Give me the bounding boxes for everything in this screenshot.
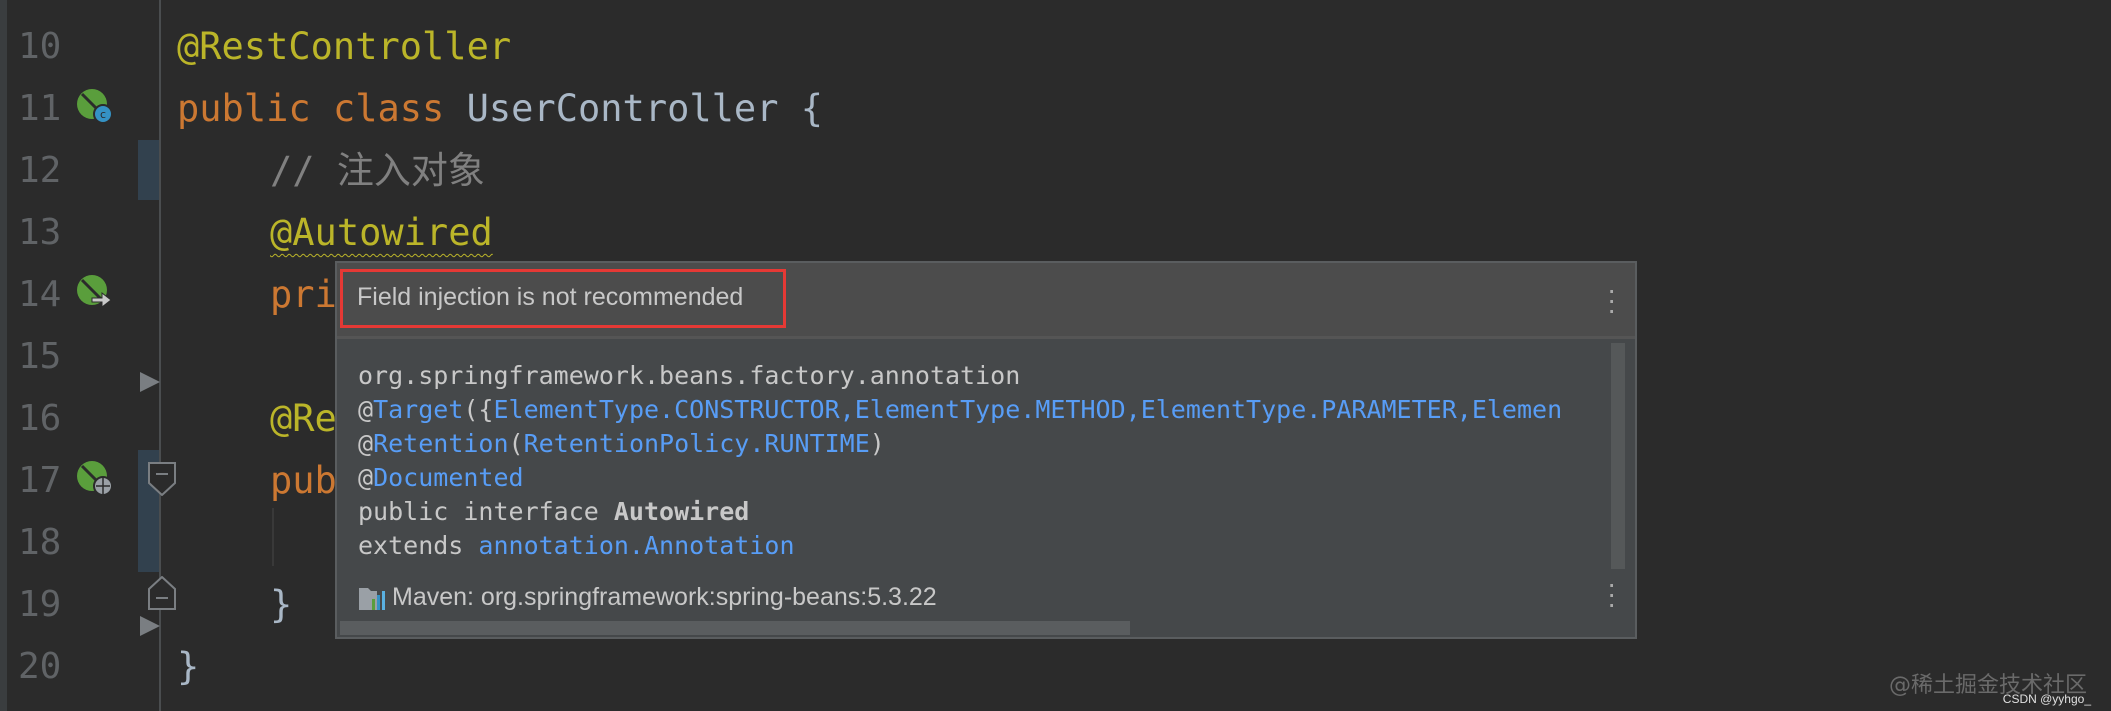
interface-name: Autowired xyxy=(613,497,750,526)
target-link[interactable]: Target xyxy=(373,395,463,424)
spring-bean-injection-icon[interactable] xyxy=(76,274,114,310)
at-sign: @ xyxy=(358,463,374,492)
documentation-body: org.springframework.beans.factory.annota… xyxy=(358,359,1562,563)
at-sign: @ xyxy=(358,395,374,424)
editor-left-edge xyxy=(0,0,7,711)
keyword: class xyxy=(332,87,445,130)
code-line: @Autowired xyxy=(270,202,493,264)
code-line: public class UserController { xyxy=(177,78,823,140)
punct: ({ xyxy=(463,395,494,424)
popup-header: Field injection is not recommended · · · xyxy=(337,263,1635,339)
more-options-icon[interactable]: · · · xyxy=(1607,276,1616,324)
line-number: 15 xyxy=(18,336,62,377)
inspection-message: Field injection is not recommended xyxy=(357,283,744,311)
code-line: @Re xyxy=(270,397,337,440)
fold-end-icon[interactable] xyxy=(148,576,176,610)
keyword: public xyxy=(177,87,311,130)
vertical-scrollbar[interactable] xyxy=(1611,343,1625,569)
indent-guide xyxy=(272,508,274,566)
at-sign: @ xyxy=(358,429,374,458)
line-number: 17 xyxy=(18,460,62,501)
line-number: 13 xyxy=(18,212,62,253)
line-number: 18 xyxy=(18,522,62,563)
library-icon xyxy=(359,587,385,610)
code-line: } xyxy=(270,583,293,626)
code-line: pri xyxy=(270,273,337,316)
class-name: UserController { xyxy=(466,87,824,130)
package-name: org.springframework.beans.factory.annota… xyxy=(358,361,1021,390)
fold-arrow-icon[interactable] xyxy=(138,370,162,394)
retention-link[interactable]: Retention xyxy=(373,429,508,458)
code-line: @RestController xyxy=(177,25,512,68)
svg-text:c: c xyxy=(100,108,106,121)
changed-line-marker xyxy=(138,140,159,200)
horizontal-scrollbar[interactable] xyxy=(340,621,1130,635)
line-number: 11 xyxy=(18,88,62,129)
documented-link[interactable]: Documented xyxy=(373,463,524,492)
line-number: 10 xyxy=(18,26,62,67)
watermark-csdn: CSDN @yyhgo_ xyxy=(2002,692,2091,706)
code-line: } xyxy=(177,645,200,688)
quick-documentation-popup: Field injection is not recommended · · · o… xyxy=(335,261,1637,639)
code-comment: // 注入对象 xyxy=(270,149,485,192)
line-number: 19 xyxy=(18,584,62,625)
fold-arrow-icon[interactable] xyxy=(138,614,162,638)
library-name: Maven: org.springframework:spring-beans:… xyxy=(392,583,937,611)
extends-keyword: extends xyxy=(358,531,479,560)
line-number: 14 xyxy=(18,274,62,315)
code-line: pub xyxy=(270,459,337,502)
punct: ) xyxy=(869,429,885,458)
line-number: 16 xyxy=(18,398,62,439)
punct: ( xyxy=(508,429,524,458)
line-number: 20 xyxy=(18,646,62,687)
declaration: public interface xyxy=(358,497,614,526)
more-options-icon[interactable]: · · · xyxy=(1607,570,1616,618)
retention-policy-link[interactable]: RetentionPolicy.RUNTIME xyxy=(524,429,870,458)
line-number: 12 xyxy=(18,150,62,191)
fold-collapse-icon[interactable] xyxy=(148,462,176,496)
spring-bean-class-icon[interactable]: c xyxy=(76,88,114,124)
spring-web-endpoint-icon[interactable] xyxy=(76,460,114,496)
element-type-links[interactable]: ElementType.CONSTRUCTOR,ElementType.METH… xyxy=(493,395,1562,424)
autowired-annotation[interactable]: @Autowired xyxy=(270,211,493,254)
library-info: Maven: org.springframework:spring-beans:… xyxy=(358,583,937,612)
annotation-link[interactable]: annotation.Annotation xyxy=(478,531,794,560)
